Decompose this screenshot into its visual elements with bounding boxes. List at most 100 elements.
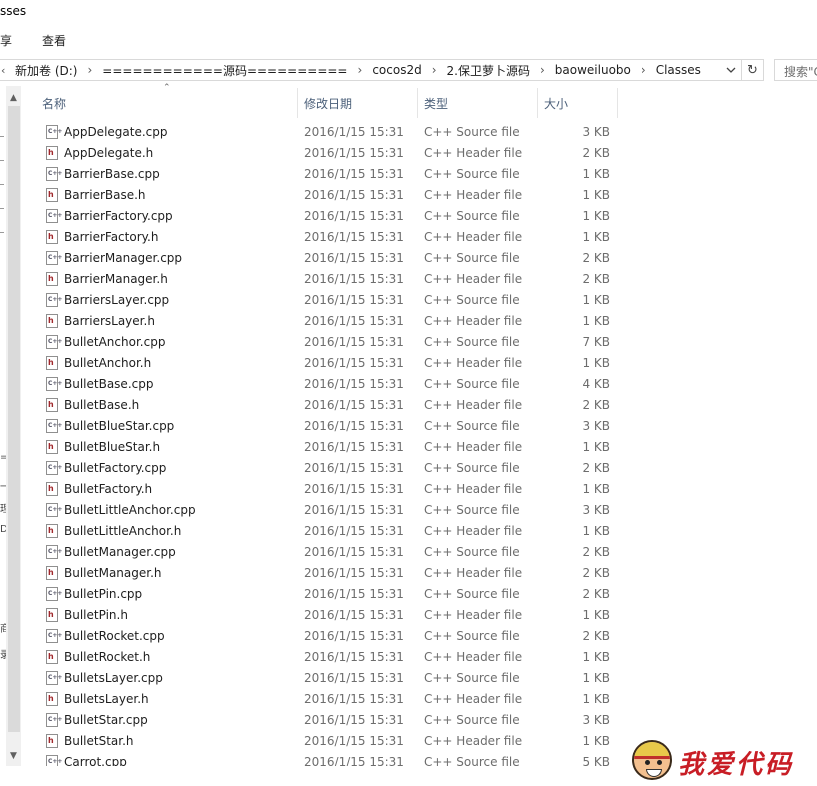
file-size: 1 KB — [582, 188, 610, 202]
nav-tree-marker — [0, 208, 4, 209]
file-modified-date: 2016/1/15 15:31 — [304, 146, 404, 160]
file-name: BulletsLayer.cpp — [64, 671, 163, 685]
header-file-icon: h — [46, 230, 58, 244]
tab-view[interactable]: 查看 — [42, 32, 66, 49]
file-row[interactable]: h AppDelegate.h 2016/1/15 15:31 C++ Header … — [22, 143, 622, 164]
file-row[interactable]: C++ BulletPin.cpp 2016/1/15 15:31 C++ Sourc… — [22, 584, 622, 605]
file-row[interactable]: C++ BulletAnchor.cpp 2016/1/15 15:31 C++ So… — [22, 332, 622, 353]
chevron-right-icon[interactable]: › — [352, 63, 369, 77]
file-row[interactable]: C++ Carrot.cpp 2016/1/15 15:31 C++ Source f… — [22, 752, 622, 766]
file-size: 1 KB — [582, 209, 610, 223]
tab-share[interactable]: 享 — [0, 32, 12, 49]
breadcrumb-drive[interactable]: 新加卷 (D:) — [11, 62, 81, 79]
file-type: C++ Header file — [424, 146, 523, 160]
file-row[interactable]: C++ BarrierFactory.cpp 2016/1/15 15:31 C++ … — [22, 206, 622, 227]
file-size: 2 KB — [582, 566, 610, 580]
file-row[interactable]: h BarriersLayer.h 2016/1/15 15:31 C++ Heade… — [22, 311, 622, 332]
column-divider[interactable] — [297, 88, 298, 118]
breadcrumb-cocos2d[interactable]: cocos2d — [368, 63, 425, 77]
header-file-icon: h — [46, 398, 58, 412]
chevron-right-icon[interactable]: › — [635, 63, 652, 77]
chevron-right-icon[interactable]: › — [81, 63, 98, 77]
file-row[interactable]: h BulletLittleAnchor.h 2016/1/15 15:31 C++ … — [22, 521, 622, 542]
column-divider[interactable] — [617, 88, 618, 118]
file-row[interactable]: h BulletFactory.h 2016/1/15 15:31 C++ Heade… — [22, 479, 622, 500]
file-row[interactable]: h BulletStar.h 2016/1/15 15:31 C++ Header f… — [22, 731, 622, 752]
header-file-icon: h — [46, 146, 58, 160]
file-name: BulletPin.cpp — [64, 587, 143, 601]
breadcrumb-source[interactable]: ============源码========== — [98, 62, 351, 79]
nav-tree-marker — [0, 136, 4, 137]
file-row[interactable]: C++ BulletsLayer.cpp 2016/1/15 15:31 C++ So… — [22, 668, 622, 689]
column-header-type[interactable]: 类型 — [424, 95, 448, 112]
column-header-size[interactable]: 大小 — [544, 95, 568, 112]
file-row[interactable]: C++ BulletLittleAnchor.cpp 2016/1/15 15:31… — [22, 500, 622, 521]
breadcrumb-baoweiluobo[interactable]: baoweiluobo — [551, 63, 635, 77]
cpp-file-icon: C++ — [46, 251, 62, 265]
header-file-icon: h — [46, 188, 58, 202]
file-row[interactable]: h BulletManager.h 2016/1/15 15:31 C++ Heade… — [22, 563, 622, 584]
header-file-icon: h — [46, 314, 58, 328]
file-type: C++ Source file — [424, 461, 520, 475]
file-modified-date: 2016/1/15 15:31 — [304, 650, 404, 664]
scroll-up-icon[interactable]: ▲ — [6, 90, 21, 106]
file-row[interactable]: C++ BulletRocket.cpp 2016/1/15 15:31 C++ So… — [22, 626, 622, 647]
file-name: BulletLittleAnchor.cpp — [64, 503, 196, 517]
file-row[interactable]: C++ BulletBase.cpp 2016/1/15 15:31 C++ Sour… — [22, 374, 622, 395]
column-divider[interactable] — [417, 88, 418, 118]
file-size: 4 KB — [582, 377, 610, 391]
cpp-file-icon: C++ — [46, 503, 62, 517]
file-name: BulletRocket.cpp — [64, 629, 165, 643]
file-row[interactable]: h BarrierBase.h 2016/1/15 15:31 C++ Header … — [22, 185, 622, 206]
column-divider[interactable] — [537, 88, 538, 118]
file-row[interactable]: C++ AppDelegate.cpp 2016/1/15 15:31 C++ Sou… — [22, 122, 622, 143]
file-row[interactable]: C++ BulletManager.cpp 2016/1/15 15:31 C++ S… — [22, 542, 622, 563]
file-row[interactable]: h BulletPin.h 2016/1/15 15:31 C++ Header fi… — [22, 605, 622, 626]
scroll-down-icon[interactable]: ▼ — [6, 748, 21, 764]
file-size: 2 KB — [582, 272, 610, 286]
refresh-icon[interactable]: ↻ — [741, 60, 763, 80]
file-name: Carrot.cpp — [64, 755, 127, 766]
header-file-icon: h — [46, 734, 58, 748]
address-bar[interactable]: ‹ 新加卷 (D:) › ============源码========== › … — [0, 59, 764, 81]
file-name: BulletBlueStar.cpp — [64, 419, 175, 433]
chevron-down-icon[interactable] — [721, 60, 741, 80]
file-size: 2 KB — [582, 629, 610, 643]
file-row[interactable]: C++ BulletFactory.cpp 2016/1/15 15:31 C++ S… — [22, 458, 622, 479]
file-name: BulletFactory.cpp — [64, 461, 167, 475]
file-row[interactable]: C++ BarrierManager.cpp 2016/1/15 15:31 C++ … — [22, 248, 622, 269]
file-size: 7 KB — [582, 335, 610, 349]
navigation-pane: = 一 理 D 商 录 ▲ ▼ — [0, 86, 22, 766]
file-row[interactable]: C++ BarrierBase.cpp 2016/1/15 15:31 C++ Sou… — [22, 164, 622, 185]
cpp-file-icon: C++ — [46, 461, 62, 475]
file-name: BulletBase.h — [64, 398, 140, 412]
file-size: 2 KB — [582, 461, 610, 475]
file-modified-date: 2016/1/15 15:31 — [304, 230, 404, 244]
search-input[interactable]: 搜索"C — [774, 59, 817, 81]
file-row[interactable]: h BarrierFactory.h 2016/1/15 15:31 C++ Head… — [22, 227, 622, 248]
file-size: 1 KB — [582, 650, 610, 664]
file-name: BarrierManager.cpp — [64, 251, 183, 265]
chevron-right-icon[interactable]: › — [426, 63, 443, 77]
column-header-name[interactable]: 名称 — [42, 95, 66, 112]
file-name: BarrierBase.cpp — [64, 167, 160, 181]
chevron-right-icon[interactable]: › — [534, 63, 551, 77]
file-row[interactable]: h BulletsLayer.h 2016/1/15 15:31 C++ Header… — [22, 689, 622, 710]
nav-scrollbar-thumb[interactable] — [8, 106, 20, 732]
file-row[interactable]: h BulletRocket.h 2016/1/15 15:31 C++ Header… — [22, 647, 622, 668]
chevron-left-icon[interactable]: ‹ — [1, 64, 11, 77]
file-row[interactable]: h BulletBase.h 2016/1/15 15:31 C++ Header f… — [22, 395, 622, 416]
file-row[interactable]: h BulletBlueStar.h 2016/1/15 15:31 C++ Head… — [22, 437, 622, 458]
file-row[interactable]: h BulletAnchor.h 2016/1/15 15:31 C++ Header… — [22, 353, 622, 374]
file-modified-date: 2016/1/15 15:31 — [304, 356, 404, 370]
file-row[interactable]: C++ BulletStar.cpp 2016/1/15 15:31 C++ Sour… — [22, 710, 622, 731]
file-row[interactable]: C++ BarriersLayer.cpp 2016/1/15 15:31 C++ S… — [22, 290, 622, 311]
file-modified-date: 2016/1/15 15:31 — [304, 566, 404, 580]
file-row[interactable]: h BarrierManager.h 2016/1/15 15:31 C++ Head… — [22, 269, 622, 290]
breadcrumb-classes[interactable]: Classes — [652, 63, 705, 77]
breadcrumb-project[interactable]: 2.保卫萝卜源码 — [443, 62, 534, 79]
column-header-date[interactable]: 修改日期 — [304, 95, 352, 112]
file-modified-date: 2016/1/15 15:31 — [304, 503, 404, 517]
file-name: BulletManager.h — [64, 566, 162, 580]
file-row[interactable]: C++ BulletBlueStar.cpp 2016/1/15 15:31 C++ … — [22, 416, 622, 437]
